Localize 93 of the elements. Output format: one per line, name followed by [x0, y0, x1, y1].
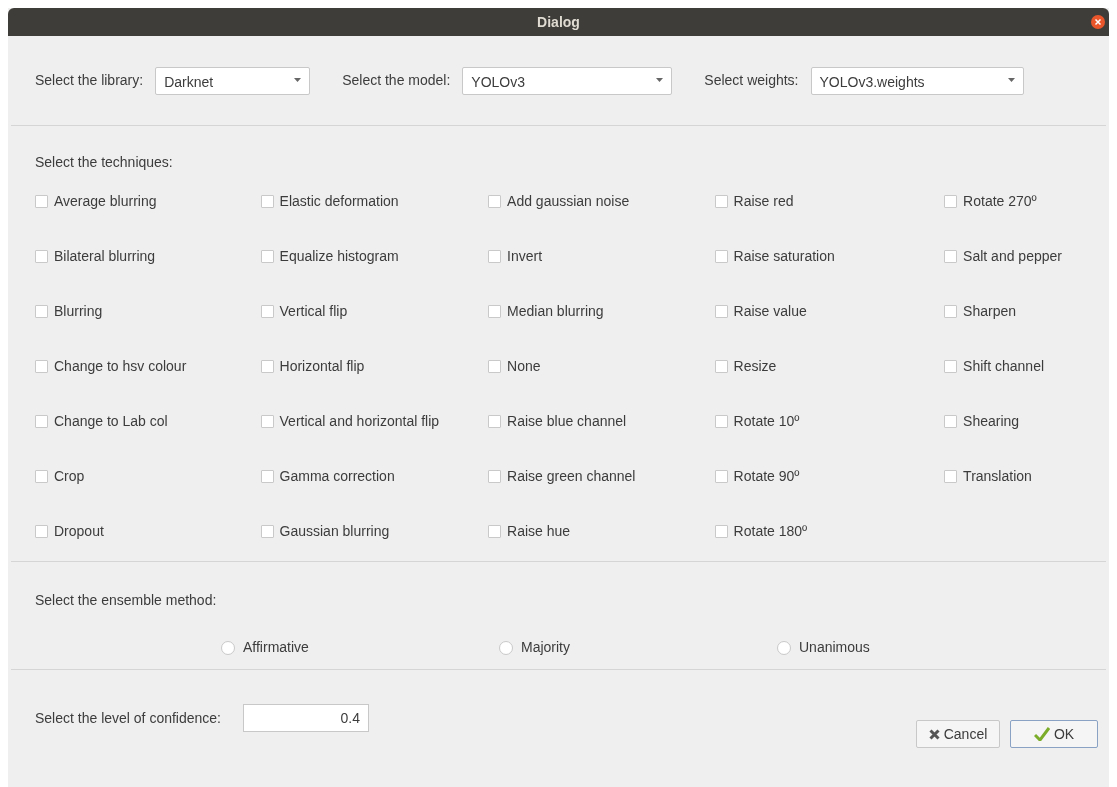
checkbox[interactable] [714, 525, 728, 538]
cancel-button[interactable]: Cancel [916, 720, 1000, 748]
checkbox[interactable] [714, 470, 728, 483]
checkbox-label: Raise hue [507, 522, 571, 541]
checkbox[interactable] [488, 525, 502, 538]
dropdown[interactable]: YOLOv3 [462, 66, 673, 95]
checkbox-label: Raise value [733, 302, 807, 321]
checkbox[interactable] [488, 195, 502, 208]
checkbox[interactable] [35, 195, 48, 208]
checkmark-icon [1033, 727, 1050, 741]
checkbox-label: Rotate 270º [963, 192, 1037, 211]
checkbox[interactable] [944, 470, 958, 483]
checkbox-label: Blurring [54, 302, 103, 321]
checkbox-label: Raise saturation [733, 247, 835, 266]
checkbox-label: Salt and pepper [963, 247, 1062, 266]
selector-label: Select the model: [342, 71, 451, 90]
checkbox-label: Equalize histogram [279, 247, 399, 266]
radio-button[interactable] [499, 640, 513, 655]
checkbox[interactable] [488, 360, 502, 373]
checkbox-label: Change to hsv colour [54, 357, 187, 376]
checkbox-label: Vertical and horizontal flip [279, 412, 440, 431]
checkbox-label: Shift channel [963, 357, 1045, 376]
checkbox-label: Add gaussian noise [507, 192, 630, 211]
checkbox[interactable] [260, 415, 274, 428]
selector-label: Select weights: [704, 71, 799, 90]
checkbox-label: Average blurring [54, 192, 157, 211]
checkbox-label: Change to Lab col [54, 412, 168, 431]
checkbox[interactable] [260, 250, 274, 263]
checkbox-label: Vertical flip [279, 302, 348, 321]
checkbox[interactable] [260, 360, 274, 373]
checkbox[interactable] [260, 305, 274, 318]
checkbox-label: Elastic deformation [279, 192, 399, 211]
checkbox[interactable] [35, 305, 48, 318]
radio-label: Affirmative [243, 638, 309, 657]
ok-button[interactable]: OK [1010, 720, 1098, 748]
dropdown[interactable]: YOLOv3.weights [810, 66, 1024, 95]
checkbox[interactable] [35, 250, 48, 263]
checkbox[interactable] [944, 360, 958, 373]
checkbox[interactable] [35, 360, 48, 373]
window-title: Dialog [537, 12, 580, 32]
checkbox-label: Gaussian blurring [279, 522, 390, 541]
checkbox-label: Resize [733, 357, 777, 376]
radio-label: Majority [521, 638, 570, 657]
checkbox[interactable] [714, 195, 728, 208]
checkbox-label: Raise blue channel [507, 412, 627, 431]
checkbox[interactable] [35, 470, 48, 483]
confidence-label: Select the level of confidence: [35, 708, 221, 728]
checkbox[interactable] [714, 250, 728, 263]
checkbox[interactable] [260, 470, 274, 483]
close-icon[interactable] [1091, 15, 1105, 29]
checkbox[interactable] [35, 415, 48, 428]
section-label: Select the ensemble method: [35, 591, 218, 610]
checkbox-label: None [507, 357, 541, 376]
checkbox[interactable] [944, 250, 958, 263]
checkbox-label: Invert [507, 247, 543, 266]
caret-icon [294, 78, 302, 83]
checkbox[interactable] [260, 525, 274, 538]
checkbox-label: Rotate 10º [733, 412, 800, 431]
checkbox-label: Shearing [963, 412, 1020, 431]
checkbox[interactable] [714, 415, 728, 428]
checkbox[interactable] [488, 305, 502, 318]
checkbox[interactable] [260, 195, 274, 208]
checkbox-label: Bilateral blurring [54, 247, 156, 266]
checkbox[interactable] [488, 470, 502, 483]
radio-button[interactable] [777, 640, 791, 655]
radio-label: Unanimous [799, 638, 870, 657]
checkbox-label: Horizontal flip [279, 357, 365, 376]
checkbox-label: Gamma correction [279, 467, 395, 486]
checkbox-label: Dropout [54, 522, 104, 541]
checkbox-label: Median blurring [507, 302, 604, 321]
checkbox-label: Crop [54, 467, 85, 486]
checkbox-label: Translation [963, 467, 1032, 486]
checkbox-label: Sharpen [963, 302, 1017, 321]
checkbox[interactable] [714, 305, 728, 318]
section-label: Select the techniques: [35, 153, 174, 172]
selector-label: Select the library: [35, 71, 144, 90]
checkbox[interactable] [35, 525, 48, 538]
checkbox-label: Raise red [733, 192, 794, 211]
confidence-field[interactable]: 0.4 [243, 704, 369, 732]
checkbox[interactable] [944, 415, 958, 428]
checkbox-label: Rotate 90º [733, 467, 800, 486]
caret-icon [656, 78, 664, 83]
checkbox[interactable] [944, 305, 958, 318]
checkbox[interactable] [944, 195, 958, 208]
checkbox-label: Rotate 180º [733, 522, 808, 541]
checkbox-label: Raise green channel [507, 467, 636, 486]
checkbox[interactable] [488, 415, 502, 428]
cancel-icon [928, 728, 940, 740]
checkbox[interactable] [714, 360, 728, 373]
dropdown[interactable]: Darknet [155, 66, 311, 95]
radio-button[interactable] [221, 640, 235, 655]
checkbox[interactable] [488, 250, 502, 263]
caret-icon [1007, 78, 1015, 83]
